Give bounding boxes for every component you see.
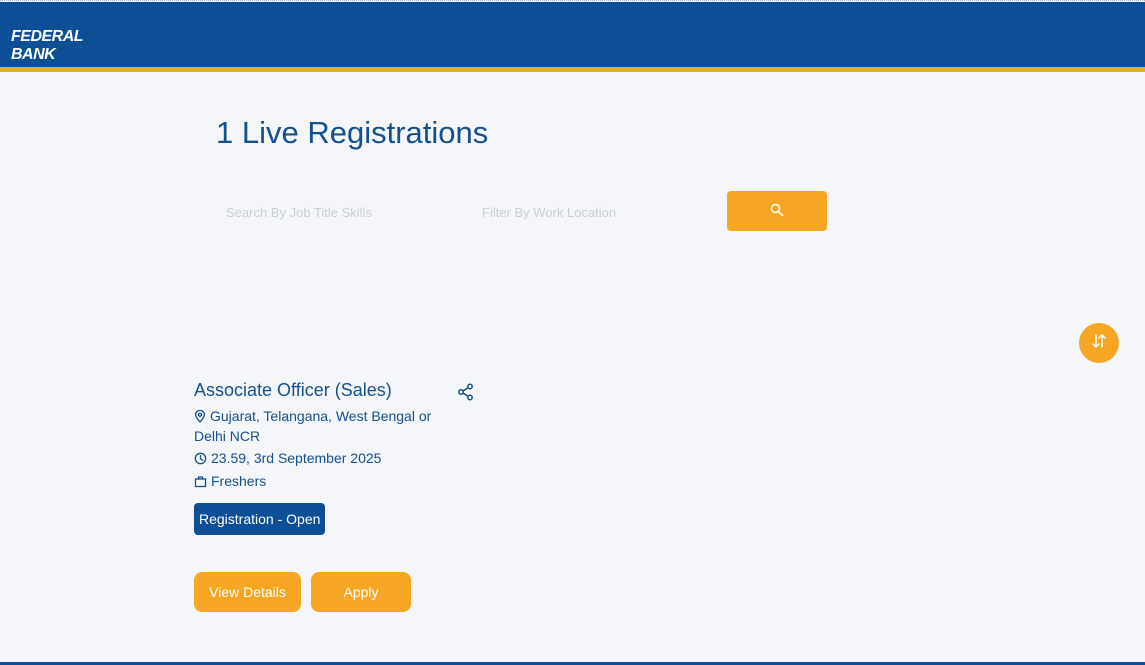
header-accent-bar <box>0 67 1145 72</box>
job-title[interactable]: Associate Officer (Sales) <box>194 380 392 401</box>
job-location-text: Gujarat, Telangana, West Bengal or Delhi… <box>194 408 432 444</box>
job-location: Gujarat, Telangana, West Bengal or Delhi… <box>194 407 454 445</box>
job-experience-text: Freshers <box>211 473 267 489</box>
federal-bank-logo[interactable]: FEDERAL BANK <box>6 28 116 71</box>
job-experience: Freshers <box>194 472 454 492</box>
job-search-input[interactable] <box>224 193 448 231</box>
page-title: 1 Live Registrations <box>216 115 489 150</box>
search-icon <box>770 203 784 220</box>
search-button[interactable] <box>727 191 827 231</box>
location-pin-icon <box>194 409 206 427</box>
briefcase-icon <box>194 474 207 492</box>
job-deadline: 23.59, 3rd September 2025 <box>194 449 454 469</box>
share-icon[interactable] <box>457 383 475 406</box>
view-details-button[interactable]: View Details <box>194 572 301 612</box>
location-filter-input[interactable] <box>480 193 704 231</box>
top-dotted-line <box>0 0 1145 1</box>
job-deadline-text: 23.59, 3rd September 2025 <box>211 450 382 466</box>
sort-icon <box>1090 332 1108 355</box>
clock-icon <box>194 451 207 469</box>
registration-status-badge: Registration - Open <box>194 503 326 535</box>
apply-button[interactable]: Apply <box>311 572 411 612</box>
site-header: FEDERAL BANK <box>0 2 1145 71</box>
sort-button[interactable] <box>1079 323 1119 363</box>
